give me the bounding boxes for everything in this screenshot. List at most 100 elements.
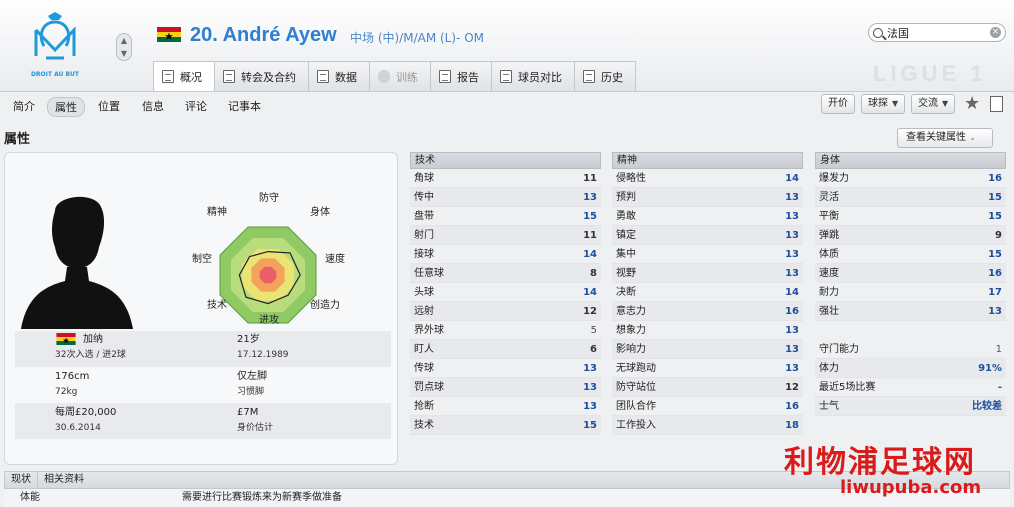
scout-button[interactable]: 球探 ▼ [861, 94, 906, 114]
attribute-row[interactable]: 爆发力 16 [815, 169, 1006, 188]
main-tabs: 概况 转会及合约 数据 训练 报告 球员对比 历史 [153, 61, 636, 91]
tab-status[interactable]: 现状 [5, 472, 38, 488]
key-attributes-button[interactable]: 查看关键属性 ⌄ [897, 128, 993, 148]
attribute-row[interactable]: 士气 比较差 [815, 397, 1006, 416]
club-motto: DROIT AU BUT [31, 71, 80, 78]
attribute-row[interactable]: 弹跳 9 [815, 226, 1006, 245]
attribute-name: 远射 [414, 306, 434, 317]
tab-report[interactable]: 报告 [430, 61, 492, 91]
radar-label-mental: 精神 [207, 207, 227, 218]
attribute-name: 角球 [414, 173, 434, 184]
attribute-row[interactable]: 想象力 13 [612, 321, 803, 340]
attribute-name: 工作投入 [616, 420, 656, 431]
attribute-row[interactable]: 盯人 6 [410, 340, 601, 359]
attribute-name: 团队合作 [616, 401, 656, 412]
attribute-row[interactable]: 体质 15 [815, 245, 1006, 264]
radar-label-physical: 身体 [310, 207, 330, 218]
subnav-comments[interactable]: 评论 [178, 97, 214, 115]
attribute-name: 盯人 [414, 344, 434, 355]
bid-label: 开价 [828, 98, 848, 109]
clear-search-icon[interactable]: × [990, 27, 1001, 38]
attribute-row[interactable]: 防守站位 12 [612, 378, 803, 397]
tab-history[interactable]: 历史 [574, 61, 636, 91]
search-input[interactable]: 法国 [887, 25, 990, 41]
interact-button[interactable]: 交流 ▼ [911, 94, 956, 114]
watermark-en: liwupuba.com [840, 477, 982, 498]
attribute-name: 预判 [616, 192, 636, 203]
key-attributes-label: 查看关键属性 [906, 132, 966, 143]
attribute-value: 13 [583, 363, 597, 374]
attribute-row[interactable]: 侵略性 14 [612, 169, 803, 188]
attribute-row[interactable]: 远射 12 [410, 302, 601, 321]
subnav-profile[interactable]: 简介 [6, 97, 42, 115]
age: 21岁 [237, 334, 260, 345]
subnav-info[interactable]: 信息 [135, 97, 171, 115]
attribute-value: 14 [785, 287, 799, 298]
attribute-row[interactable]: 角球 11 [410, 169, 601, 188]
attribute-row[interactable]: 传中 13 [410, 188, 601, 207]
scout-label: 球探 [868, 98, 888, 109]
attribute-row[interactable]: 头球 14 [410, 283, 601, 302]
tab-training[interactable]: 训练 [369, 61, 431, 91]
league-logo: LIGUE 1 [873, 61, 987, 86]
tab-overview[interactable]: 概况 [153, 61, 215, 91]
site-watermark: 利物浦足球网 liwupuba.com [780, 437, 1010, 507]
tab-related-info[interactable]: 相关资料 [38, 472, 90, 488]
bid-button[interactable]: 开价 [821, 94, 855, 114]
tab-compare[interactable]: 球员对比 [491, 61, 575, 91]
attribute-row[interactable]: 灵活 15 [815, 188, 1006, 207]
search-box[interactable]: 法国 × [868, 23, 1006, 42]
attribute-name: 侵略性 [616, 173, 646, 184]
player-nav-stepper[interactable]: ▲ ▼ [116, 33, 132, 61]
attribute-name: 爆发力 [819, 173, 849, 184]
attribute-row[interactable]: 工作投入 18 [612, 416, 803, 435]
attribute-row[interactable]: 守门能力 1 [815, 340, 1006, 359]
attribute-name: 集中 [616, 249, 636, 260]
player-name: 20. André Ayew [190, 24, 337, 46]
attribute-row[interactable]: 抢断 13 [410, 397, 601, 416]
search-icon [873, 27, 883, 38]
attribute-value: 13 [785, 192, 799, 203]
attribute-row[interactable]: 任意球 8 [410, 264, 601, 283]
attribute-row[interactable]: 无球跑动 13 [612, 359, 803, 378]
attribute-row[interactable]: 视野 13 [612, 264, 803, 283]
attribute-row[interactable]: 技术 15 [410, 416, 601, 435]
notes-icon[interactable] [990, 96, 1003, 112]
attribute-value: 13 [785, 230, 799, 241]
attribute-row[interactable]: 影响力 13 [612, 340, 803, 359]
stats-icon [317, 70, 329, 83]
attribute-row[interactable]: 平衡 15 [815, 207, 1006, 226]
attribute-row[interactable]: 耐力 17 [815, 283, 1006, 302]
subnav-attributes[interactable]: 属性 [47, 97, 85, 117]
attribute-row[interactable]: 预判 13 [612, 188, 803, 207]
attribute-row[interactable]: 镇定 13 [612, 226, 803, 245]
attribute-row[interactable]: 界外球 5 [410, 321, 601, 340]
attribute-value: 14 [583, 287, 597, 298]
chevron-up-icon[interactable]: ▲ [117, 34, 131, 47]
attribute-row[interactable]: 决断 14 [612, 283, 803, 302]
star-icon[interactable]: ★ [964, 93, 980, 114]
attribute-name: 任意球 [414, 268, 444, 279]
tab-label: 历史 [601, 70, 623, 84]
attribute-row[interactable]: 接球 14 [410, 245, 601, 264]
attribute-row[interactable]: 射门 11 [410, 226, 601, 245]
attribute-row[interactable]: 传球 13 [410, 359, 601, 378]
attribute-row[interactable]: 体力 91% [815, 359, 1006, 378]
tab-stats[interactable]: 数据 [308, 61, 370, 91]
attribute-row[interactable]: 意志力 16 [612, 302, 803, 321]
attribute-row[interactable]: 盘带 15 [410, 207, 601, 226]
tab-contract[interactable]: 转会及合约 [214, 61, 309, 91]
height: 176cm [55, 371, 90, 382]
attribute-name: 体力 [819, 363, 839, 374]
chevron-down-icon[interactable]: ▼ [117, 47, 131, 60]
attribute-row[interactable]: 罚点球 13 [410, 378, 601, 397]
attribute-name: 头球 [414, 287, 434, 298]
attribute-row[interactable]: 强壮 13 [815, 302, 1006, 321]
attribute-row[interactable]: 最近5场比赛 - [815, 378, 1006, 397]
attribute-row[interactable]: 速度 16 [815, 264, 1006, 283]
subnav-positions[interactable]: 位置 [91, 97, 127, 115]
attribute-row[interactable]: 团队合作 16 [612, 397, 803, 416]
attribute-row[interactable]: 集中 13 [612, 245, 803, 264]
attribute-row[interactable]: 勇敢 13 [612, 207, 803, 226]
subnav-notebook[interactable]: 记事本 [221, 97, 268, 115]
